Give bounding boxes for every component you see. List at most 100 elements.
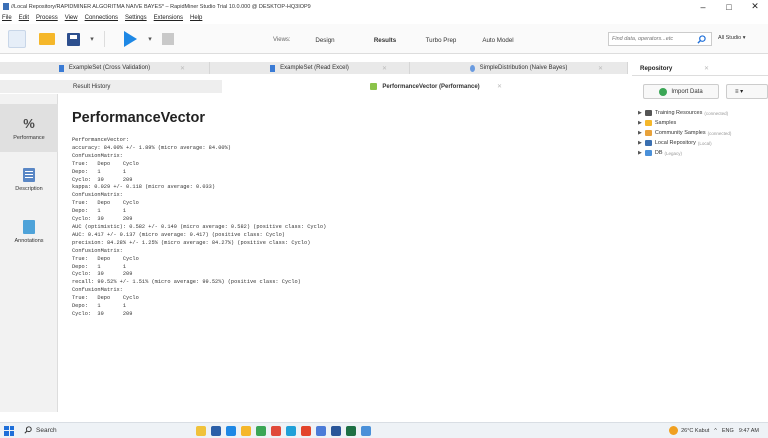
taskbar-apps [196, 426, 376, 436]
windows-start-icon[interactable] [4, 425, 14, 436]
app-icon[interactable] [211, 426, 221, 436]
repository-node-label: Samples [654, 120, 677, 126]
menu-file[interactable]: File [2, 15, 12, 21]
document-icon [23, 168, 35, 182]
tab-result-history[interactable]: Result History [0, 80, 222, 93]
output-line: ConfusionMatrix: [72, 287, 123, 294]
performance-output: PerformanceVector: accuracy: 84.00% +/- 1… [72, 137, 326, 319]
stop-button[interactable] [160, 30, 176, 48]
browser-icon[interactable] [301, 426, 311, 436]
repository-node-status: (Legacy) [664, 150, 683, 156]
clock[interactable]: 9:47 AM [739, 428, 759, 434]
studio-scope-dropdown[interactable]: All Studio ▾ [718, 35, 746, 41]
open-button[interactable] [37, 30, 57, 48]
nav-performance[interactable]: % Performance [0, 104, 58, 152]
performance-panel: PerformanceVector PerformanceVector: accu… [59, 94, 628, 412]
toolbar-divider [104, 31, 105, 47]
tab-repository[interactable]: Repository ✕ [632, 65, 726, 72]
view-design-tab[interactable]: Design [296, 33, 354, 47]
folder-icon [644, 150, 652, 156]
performance-icon [370, 83, 378, 90]
view-turbo-prep-tab[interactable]: Turbo Prep [414, 33, 468, 47]
run-dropdown-button[interactable]: ▾ [144, 30, 156, 48]
language-indicator[interactable]: ENG [722, 428, 734, 434]
view-auto-model-tab[interactable]: Auto Model [470, 33, 526, 47]
views-label: Views: [273, 37, 291, 43]
new-process-button[interactable] [8, 30, 26, 48]
menu-settings[interactable]: Settings [125, 15, 147, 21]
output-line: ConfusionMatrix: [72, 192, 123, 199]
expand-arrow-icon[interactable]: ▶ [638, 110, 642, 116]
browser-icon[interactable] [286, 426, 296, 436]
repository-node[interactable]: ▶ DB (Legacy) [638, 148, 768, 158]
nav-description[interactable]: Description [0, 156, 58, 204]
output-line: True: Depo Cyclo [72, 200, 139, 207]
app-icon[interactable] [271, 426, 281, 436]
nav-label: Annotations [14, 238, 44, 244]
expand-arrow-icon[interactable]: ▶ [638, 150, 642, 156]
close-tab-icon[interactable]: ✕ [598, 65, 603, 72]
global-search-input[interactable] [609, 36, 695, 42]
app-icon[interactable] [316, 426, 326, 436]
word-icon[interactable] [331, 426, 341, 436]
nav-annotations[interactable]: Annotations [0, 208, 58, 256]
folder-icon[interactable] [241, 426, 251, 436]
repository-node-status: (connected) [704, 110, 729, 116]
app-icon[interactable] [196, 426, 206, 436]
result-sub-tabs: Result History PerformanceVector (Perfor… [0, 80, 628, 93]
save-dropdown-button[interactable]: ▾ [86, 30, 98, 48]
app-icon[interactable] [226, 426, 236, 436]
tab-exampleset-cross-validation[interactable]: ExampleSet (Cross Validation) ✕ [0, 62, 210, 74]
folder-icon [644, 140, 652, 146]
menu-connections[interactable]: Connections [85, 15, 118, 21]
output-line: precision: 84.28% +/- 1.25% (micro avera… [72, 239, 311, 246]
close-tab-icon[interactable]: ✕ [704, 65, 709, 72]
menu-process[interactable]: Process [36, 15, 58, 21]
taskbar-search[interactable]: Search [24, 425, 57, 436]
run-button[interactable] [120, 30, 140, 48]
expand-arrow-icon[interactable]: ▶ [638, 140, 642, 146]
menu-view[interactable]: View [65, 15, 78, 21]
menu-help[interactable]: Help [190, 15, 202, 21]
taskbar-search-label: Search [36, 427, 57, 434]
expand-arrow-icon[interactable]: ▶ [638, 130, 642, 136]
app-icon[interactable] [256, 426, 266, 436]
maximize-button[interactable]: □ [716, 0, 742, 13]
save-button[interactable] [64, 30, 82, 48]
expand-arrow-icon[interactable]: ▶ [638, 120, 642, 126]
distribution-icon [469, 64, 475, 72]
tab-label: ExampleSet (Cross Validation) [68, 65, 151, 71]
menu-edit[interactable]: Edit [19, 15, 29, 21]
output-line: Depo: 1 1 [72, 208, 127, 215]
tab-performance-vector[interactable]: PerformanceVector (Performance) ✕ [222, 80, 628, 93]
percent-icon: % [23, 115, 35, 131]
repository-menu-button[interactable]: ≡ ▾ [726, 84, 768, 99]
close-tab-icon[interactable]: ✕ [180, 65, 185, 72]
repository-node[interactable]: ▶ Training Resources (connected) [638, 108, 768, 118]
search-icon[interactable] [695, 33, 707, 45]
import-data-button[interactable]: Import Data [643, 84, 719, 99]
rapidminer-icon[interactable] [361, 426, 371, 436]
tab-simple-distribution[interactable]: SimpleDistribution (Naive Bayes) ✕ [410, 62, 628, 74]
repository-tree: ▶ Training Resources (connected) ▶ Samples ▶ C… [638, 108, 768, 158]
output-line: PerformanceVector: [72, 137, 130, 143]
output-line: kappa: 0.029 +/- 0.118 (micro average: 0… [72, 184, 216, 191]
save-icon [66, 32, 80, 46]
stop-icon [162, 33, 174, 45]
excel-icon[interactable] [346, 426, 356, 436]
repository-node[interactable]: ▶ Community Samples (connected) [638, 128, 768, 138]
folder-icon [644, 130, 652, 136]
close-tab-icon[interactable]: ✕ [497, 83, 502, 90]
close-tab-icon[interactable]: ✕ [382, 65, 387, 72]
close-button[interactable]: ✕ [742, 0, 768, 13]
chevron-up-icon[interactable]: ^ [714, 428, 717, 434]
minimize-button[interactable]: – [690, 0, 716, 13]
title-bar: //Local Repository/RAPIDMINER ALGORITMA … [0, 0, 768, 13]
weather-label[interactable]: 26°C Kabut [681, 428, 709, 434]
menu-extensions[interactable]: Extensions [154, 15, 183, 21]
repository-node[interactable]: ▶ Samples [638, 118, 768, 128]
output-line: accuracy: 84.00% +/- 1.89% (micro averag… [72, 144, 231, 151]
repository-node[interactable]: ▶ Local Repository (Local) [638, 138, 768, 148]
view-results-tab[interactable]: Results [356, 33, 414, 47]
tab-exampleset-read-excel[interactable]: ExampleSet (Read Excel) ✕ [210, 62, 410, 74]
